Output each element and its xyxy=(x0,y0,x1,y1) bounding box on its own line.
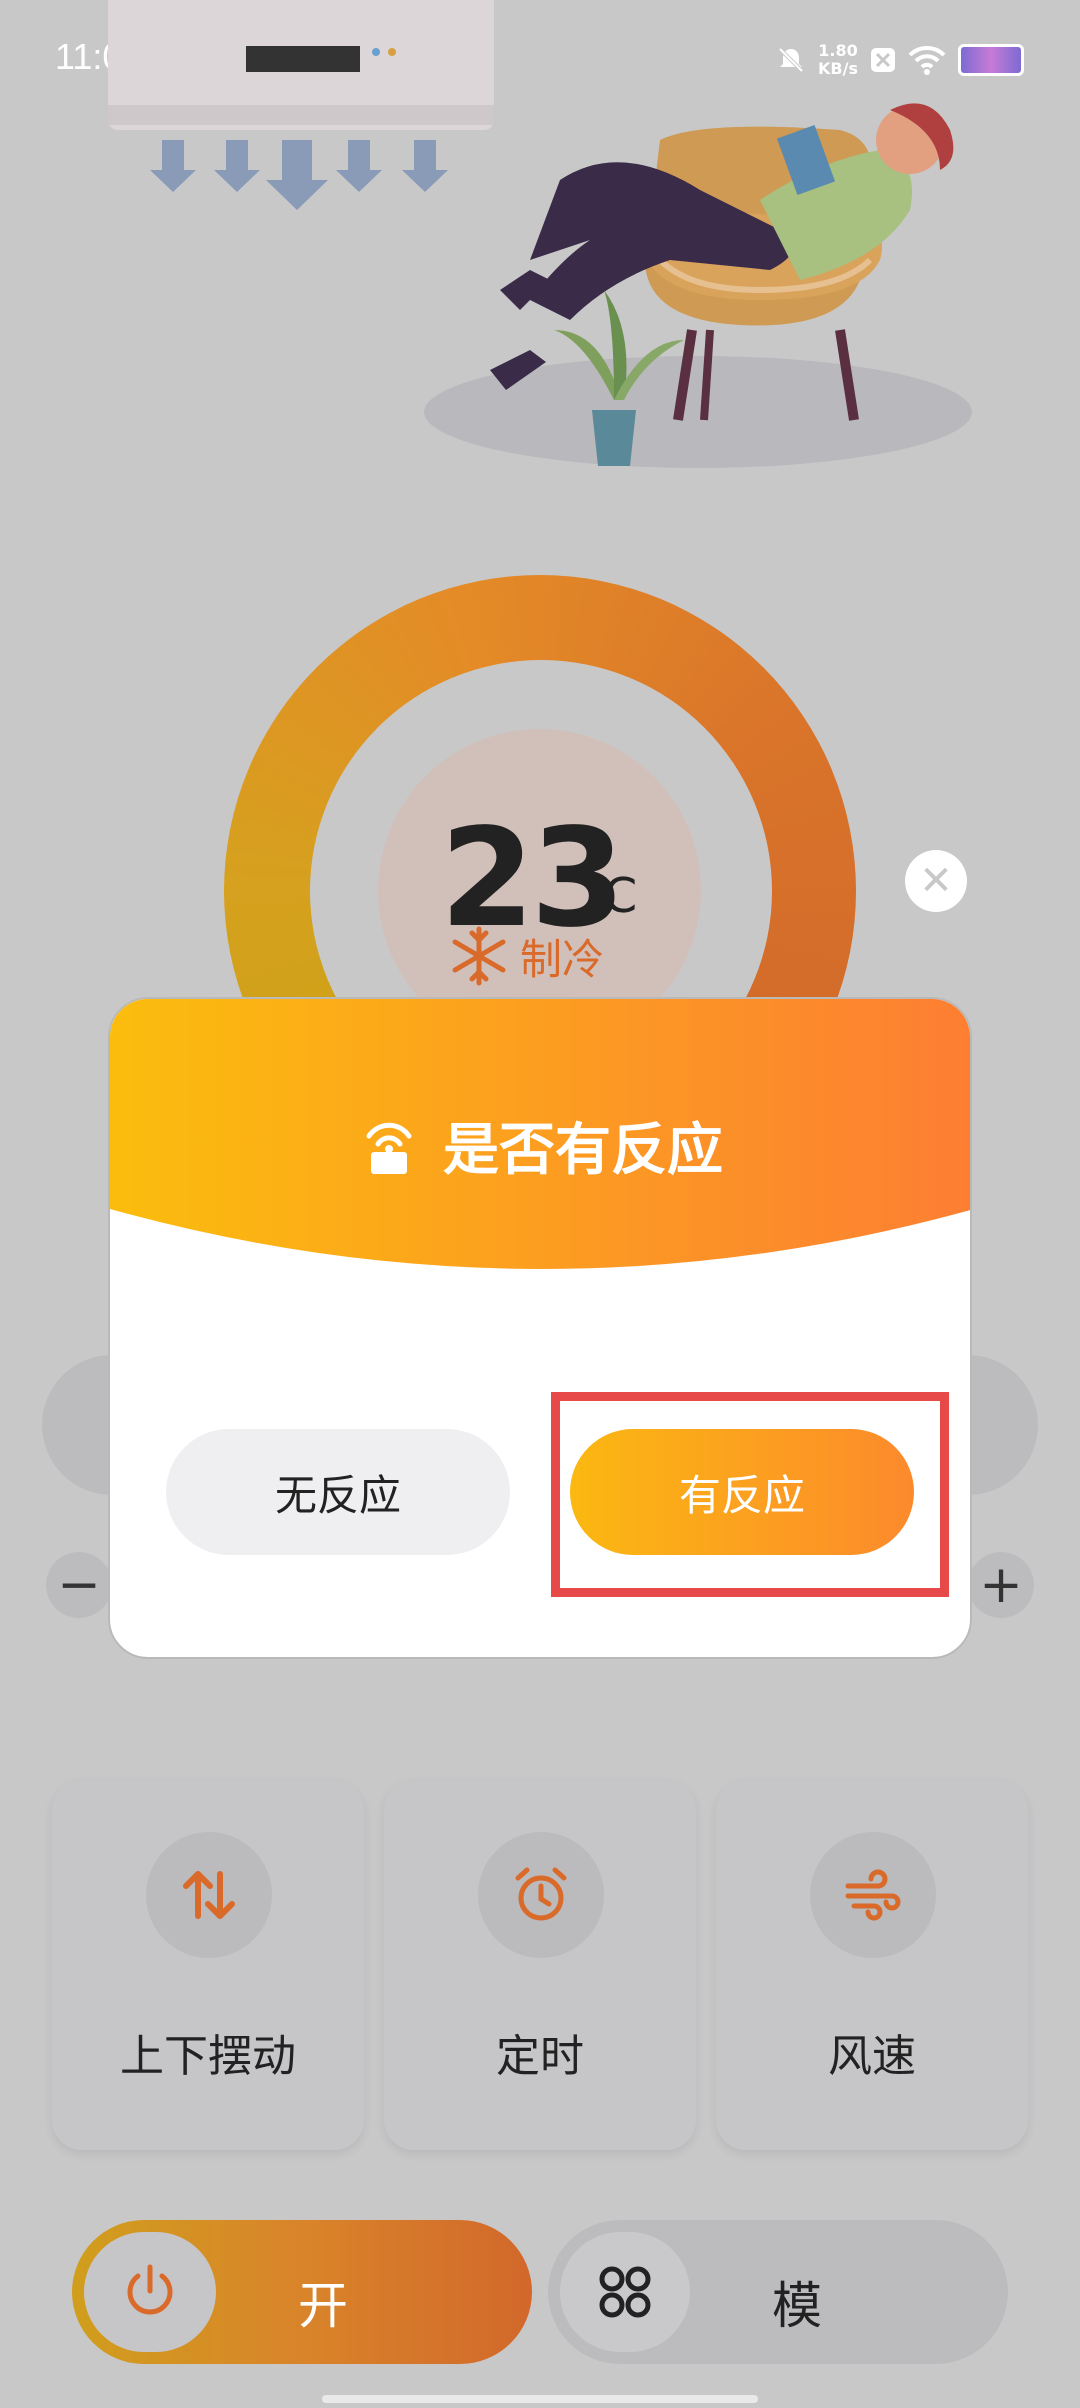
power-icon xyxy=(127,2264,173,2315)
feature-label-timer: 定时 xyxy=(496,2031,584,2082)
swing-arrows-icon xyxy=(146,1832,272,1958)
alarm-clock-icon xyxy=(478,1832,604,1958)
power-button[interactable] xyxy=(84,2232,216,2352)
feature-card-swing[interactable]: 上下摆动 xyxy=(52,1780,364,2150)
grid-icon xyxy=(599,2266,651,2318)
feature-card-fan-speed[interactable]: 风速 xyxy=(716,1780,1028,2150)
close-button[interactable]: ✕ xyxy=(905,850,967,912)
feature-card-timer[interactable]: 定时 xyxy=(384,1780,696,2150)
temperature-unit: ℃ xyxy=(584,868,638,924)
plus-icon: + xyxy=(979,1555,1023,1615)
dialog-title-row: 是否有反应 xyxy=(110,1105,970,1186)
mode-label: 制冷 xyxy=(520,934,605,984)
plus-button[interactable]: + xyxy=(968,1552,1034,1618)
home-indicator[interactable] xyxy=(322,2395,758,2403)
no-response-button[interactable]: 无反应 xyxy=(166,1429,510,1555)
minus-button[interactable]: − xyxy=(46,1552,112,1618)
snowflake-icon xyxy=(452,926,506,986)
feature-label-fan-speed: 风速 xyxy=(828,2031,916,2082)
wind-icon xyxy=(810,1832,936,1958)
feature-label-swing: 上下摆动 xyxy=(120,2031,296,2082)
air-conditioner-illustration xyxy=(108,0,494,210)
highlight-box xyxy=(551,1392,949,1597)
remote-signal-icon xyxy=(366,1122,412,1174)
close-icon: ✕ xyxy=(919,858,953,904)
illustration xyxy=(108,0,972,468)
minus-icon: − xyxy=(57,1555,101,1615)
mode-indicator: 制冷 xyxy=(448,925,604,987)
dialog-title: 是否有反应 xyxy=(443,1118,723,1183)
power-label: 开 xyxy=(298,2277,348,2335)
mode-label-bottom: 模 xyxy=(772,2277,822,2335)
mode-button[interactable] xyxy=(560,2232,690,2352)
